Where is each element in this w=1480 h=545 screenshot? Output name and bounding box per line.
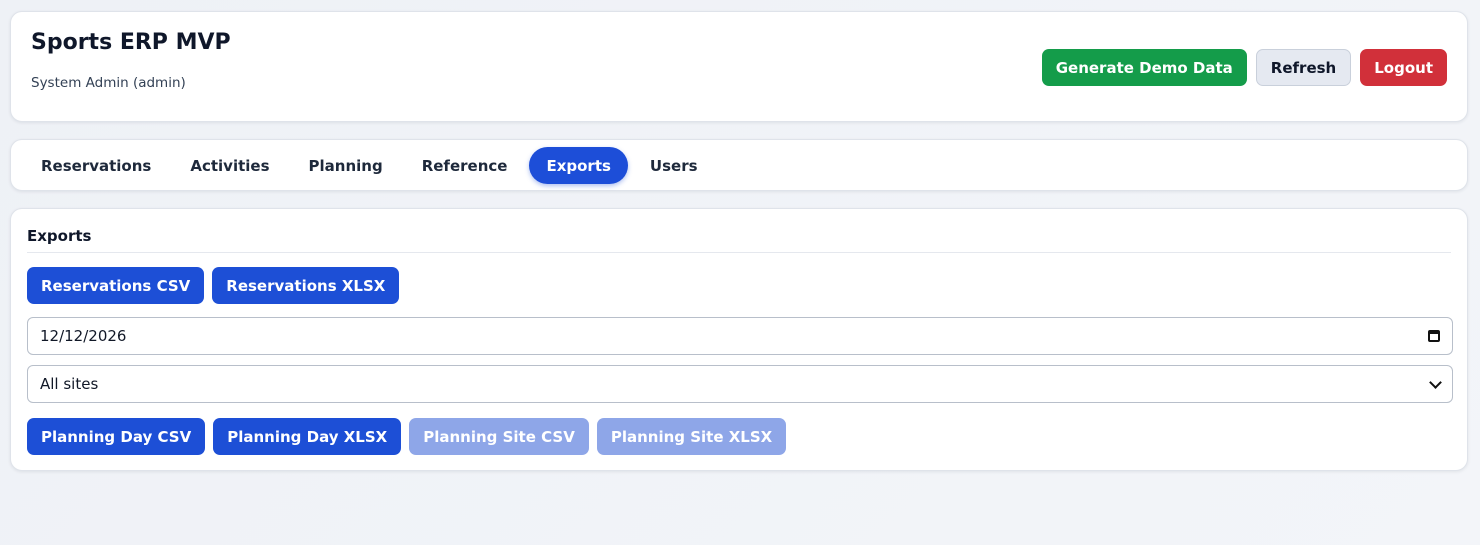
planning-site-csv-button[interactable]: Planning Site CSV (409, 418, 589, 455)
app-header: Sports ERP MVP System Admin (admin) Gene… (10, 11, 1468, 122)
exports-panel: Exports Reservations CSV Reservations XL… (10, 208, 1468, 471)
date-input[interactable]: 12/12/2026 (27, 317, 1453, 355)
tab-exports[interactable]: Exports (529, 147, 628, 184)
tab-activities[interactable]: Activities (173, 147, 286, 184)
current-user: System Admin (admin) (31, 75, 186, 91)
divider (27, 252, 1451, 253)
generate-demo-data-button[interactable]: Generate Demo Data (1041, 49, 1247, 86)
tab-reference[interactable]: Reference (405, 147, 525, 184)
chevron-down-icon (1429, 375, 1442, 389)
reservations-xlsx-button[interactable]: Reservations XLSX (212, 267, 400, 304)
main-nav: Reservations Activities Planning Referen… (10, 139, 1468, 191)
tab-bar: Reservations Activities Planning Referen… (24, 147, 720, 184)
tab-reservations[interactable]: Reservations (24, 147, 168, 184)
header-actions: Generate Demo Data Refresh Logout (1041, 49, 1447, 86)
panel-title: Exports (27, 227, 92, 245)
site-select[interactable]: All sites (27, 365, 1453, 403)
calendar-icon[interactable] (1428, 330, 1440, 342)
planning-day-csv-button[interactable]: Planning Day CSV (27, 418, 206, 455)
logout-button[interactable]: Logout (1360, 49, 1447, 86)
planning-site-xlsx-button[interactable]: Planning Site XLSX (596, 418, 787, 455)
reservations-csv-button[interactable]: Reservations CSV (27, 267, 205, 304)
site-select-value: All sites (40, 375, 99, 393)
tab-planning[interactable]: Planning (292, 147, 400, 184)
refresh-button[interactable]: Refresh (1255, 49, 1352, 86)
planning-export-row: Planning Day CSV Planning Day XLSX Plann… (27, 418, 787, 455)
app-title: Sports ERP MVP (31, 30, 231, 55)
date-value: 12/12/2026 (40, 327, 127, 345)
tab-users[interactable]: Users (633, 147, 715, 184)
reservations-export-row: Reservations CSV Reservations XLSX (27, 267, 400, 304)
planning-day-xlsx-button[interactable]: Planning Day XLSX (213, 418, 402, 455)
